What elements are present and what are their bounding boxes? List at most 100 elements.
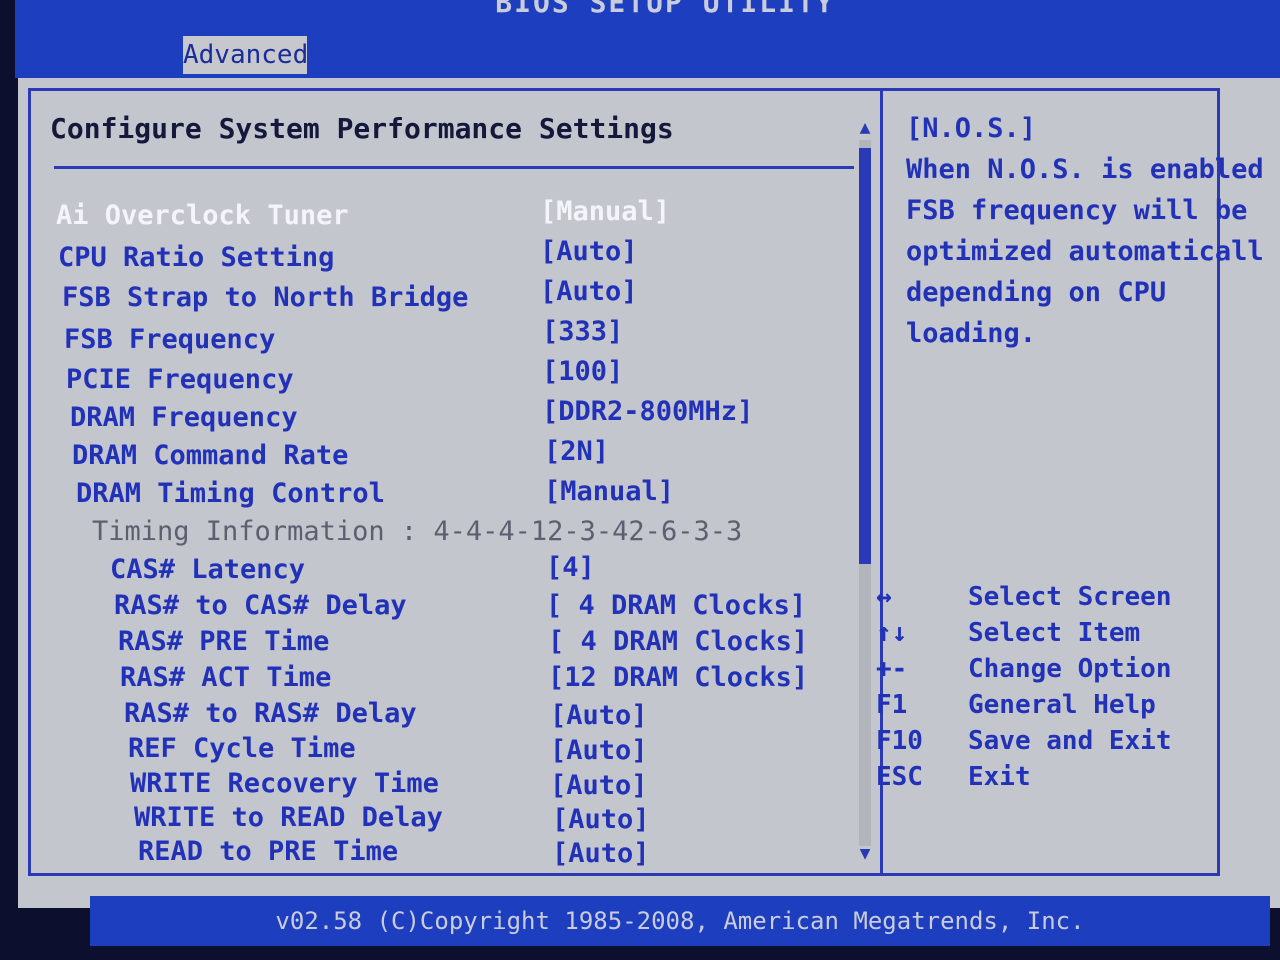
setting-value-text: [333] xyxy=(542,316,624,347)
setting-row[interactable]: DRAM Timing Control xyxy=(76,478,385,509)
setting-value-text: [Auto] xyxy=(540,276,638,307)
setting-value-text: [Auto] xyxy=(550,700,648,731)
setting-row[interactable]: RAS# to CAS# Delay xyxy=(114,590,407,621)
setting-value[interactable]: [333] xyxy=(542,316,623,347)
scrollbar[interactable]: ▲ ▼ xyxy=(856,118,874,866)
copyright-footer: v02.58 (C)Copyright 1985-2008, American … xyxy=(90,896,1270,946)
setting-row[interactable]: CPU Ratio Setting xyxy=(58,242,334,273)
setting-row[interactable]: RAS# to RAS# Delay xyxy=(124,698,417,729)
key-name: F10 xyxy=(876,726,923,756)
setting-label: Ai Overclock Tuner xyxy=(56,200,349,231)
setting-value[interactable]: [Auto] xyxy=(540,236,638,267)
setting-value-text: [Auto] xyxy=(552,804,650,835)
setting-value[interactable]: [Auto] xyxy=(540,276,638,307)
key-legend-row: ↑↓ Select Item xyxy=(876,618,1206,654)
setting-value[interactable]: [Auto] xyxy=(550,735,648,766)
scroll-down-arrow-icon[interactable]: ▼ xyxy=(856,844,874,864)
key-name: ESC xyxy=(876,762,923,792)
key-name: +- xyxy=(876,654,908,684)
setting-value[interactable]: [2N] xyxy=(544,436,609,467)
setting-value-text: [ 4 DRAM Clocks] xyxy=(548,626,809,657)
setting-label: RAS# ACT Time xyxy=(120,662,332,693)
setting-row[interactable]: FSB Strap to North Bridge xyxy=(62,282,468,313)
scroll-up-arrow-icon[interactable]: ▲ xyxy=(856,118,874,138)
setting-row[interactable]: DRAM Command Rate xyxy=(72,440,348,471)
setting-row[interactable]: RAS# PRE Time xyxy=(118,626,329,657)
setting-value[interactable]: [12 DRAM Clocks] xyxy=(548,662,808,693)
key-description: Select Item xyxy=(968,618,1141,648)
key-description: Select Screen xyxy=(968,582,1172,612)
setting-row[interactable]: PCIE Frequency xyxy=(66,364,294,395)
setting-value-text: [Auto] xyxy=(540,236,638,267)
help-line: FSB frequency will be xyxy=(906,195,1248,226)
setting-value-text: [ 4 DRAM Clocks] xyxy=(546,590,807,621)
setting-label: DRAM Frequency xyxy=(70,402,298,433)
setting-row[interactable]: REF Cycle Time xyxy=(128,733,356,764)
setting-value-text: [Auto] xyxy=(550,735,648,766)
setting-label: RAS# to RAS# Delay xyxy=(124,698,417,729)
setting-value[interactable]: [DDR2-800MHz] xyxy=(542,396,753,427)
page-title: Configure System Performance Settings xyxy=(50,112,674,145)
setting-label: FSB Frequency xyxy=(64,324,276,355)
setting-value[interactable]: [4] xyxy=(546,552,595,583)
window-title: BIOS SETUP UTILITY xyxy=(495,0,835,19)
setting-label: WRITE Recovery Time xyxy=(130,768,439,799)
setting-row[interactable]: WRITE to READ Delay xyxy=(134,802,443,833)
key-legend-row: ↔ Select Screen xyxy=(876,582,1206,618)
setting-value-text: [Manual] xyxy=(540,196,671,227)
setting-value-text: [Manual] xyxy=(544,476,675,507)
setting-value[interactable]: [ 4 DRAM Clocks] xyxy=(546,590,806,621)
setting-label: WRITE to READ Delay xyxy=(134,802,443,833)
setting-row[interactable]: CAS# Latency xyxy=(110,554,305,585)
key-legend: ↔ Select Screen ↑↓ Select Item +- Change Op… xyxy=(876,582,1206,798)
title-bar: BIOS SETUP UTILITY Advanced xyxy=(15,0,1280,78)
key-legend-row: F1 General Help xyxy=(876,690,1206,726)
bios-screen: BIOS SETUP UTILITY Advanced Configure Sy… xyxy=(0,0,1280,960)
setting-value-text: [Auto] xyxy=(550,770,648,801)
setting-value[interactable]: [Auto] xyxy=(550,770,648,801)
help-line: optimized automaticall xyxy=(906,236,1264,267)
scrollbar-thumb[interactable] xyxy=(859,148,871,564)
tab-advanced[interactable]: Advanced xyxy=(183,36,308,74)
setting-row[interactable]: RAS# ACT Time xyxy=(120,662,331,693)
setting-value-text: [100] xyxy=(542,356,624,387)
key-legend-row: F10 Save and Exit xyxy=(876,726,1206,762)
heading-underline xyxy=(54,166,854,169)
setting-row[interactable]: READ to PRE Time xyxy=(138,836,398,867)
setting-row[interactable]: FSB Frequency xyxy=(64,324,275,355)
setting-value[interactable]: [ 4 DRAM Clocks] xyxy=(548,626,808,657)
setting-label: RAS# PRE Time xyxy=(118,626,330,657)
setting-row[interactable]: WRITE Recovery Time xyxy=(130,768,439,799)
key-name: F1 xyxy=(876,690,908,720)
setting-label: DRAM Timing Control xyxy=(76,478,385,509)
key-description: Exit xyxy=(968,762,1031,792)
setting-value-text: [Auto] xyxy=(552,838,650,869)
timing-information: Timing Information : 4-4-4-12-3-42-6-3-3 xyxy=(92,516,742,547)
key-description: Change Option xyxy=(968,654,1172,684)
help-line: When N.O.S. is enabled xyxy=(906,154,1264,185)
key-legend-row: ESC Exit xyxy=(876,762,1206,798)
setting-label: CPU Ratio Setting xyxy=(58,242,335,273)
setting-value[interactable]: [Auto] xyxy=(552,838,650,869)
key-name: ↑↓ xyxy=(876,618,908,648)
setting-label: READ to PRE Time xyxy=(138,836,399,867)
setting-value[interactable]: [Auto] xyxy=(552,804,650,835)
key-description: General Help xyxy=(968,690,1156,720)
setting-value-text: [2N] xyxy=(544,436,610,467)
setting-value-text: [12 DRAM Clocks] xyxy=(548,662,809,693)
setting-value[interactable]: [Auto] xyxy=(550,700,648,731)
setting-label: RAS# to CAS# Delay xyxy=(114,590,407,621)
key-name: ↔ xyxy=(876,582,892,612)
setting-value[interactable]: [100] xyxy=(542,356,623,387)
setting-label: FSB Strap to North Bridge xyxy=(62,282,469,313)
help-line: depending on CPU xyxy=(906,277,1167,308)
setting-label: CAS# Latency xyxy=(110,554,306,585)
help-line: loading. xyxy=(906,318,1037,349)
setting-row[interactable]: DRAM Frequency xyxy=(70,402,298,433)
setting-label: REF Cycle Time xyxy=(128,733,356,764)
setting-value[interactable]: [Manual] xyxy=(540,196,670,227)
key-legend-row: +- Change Option xyxy=(876,654,1206,690)
setting-value[interactable]: [Manual] xyxy=(544,476,674,507)
timing-information-text: Timing Information : 4-4-4-12-3-42-6-3-3 xyxy=(92,516,743,547)
setting-row[interactable]: Ai Overclock Tuner xyxy=(56,200,349,231)
